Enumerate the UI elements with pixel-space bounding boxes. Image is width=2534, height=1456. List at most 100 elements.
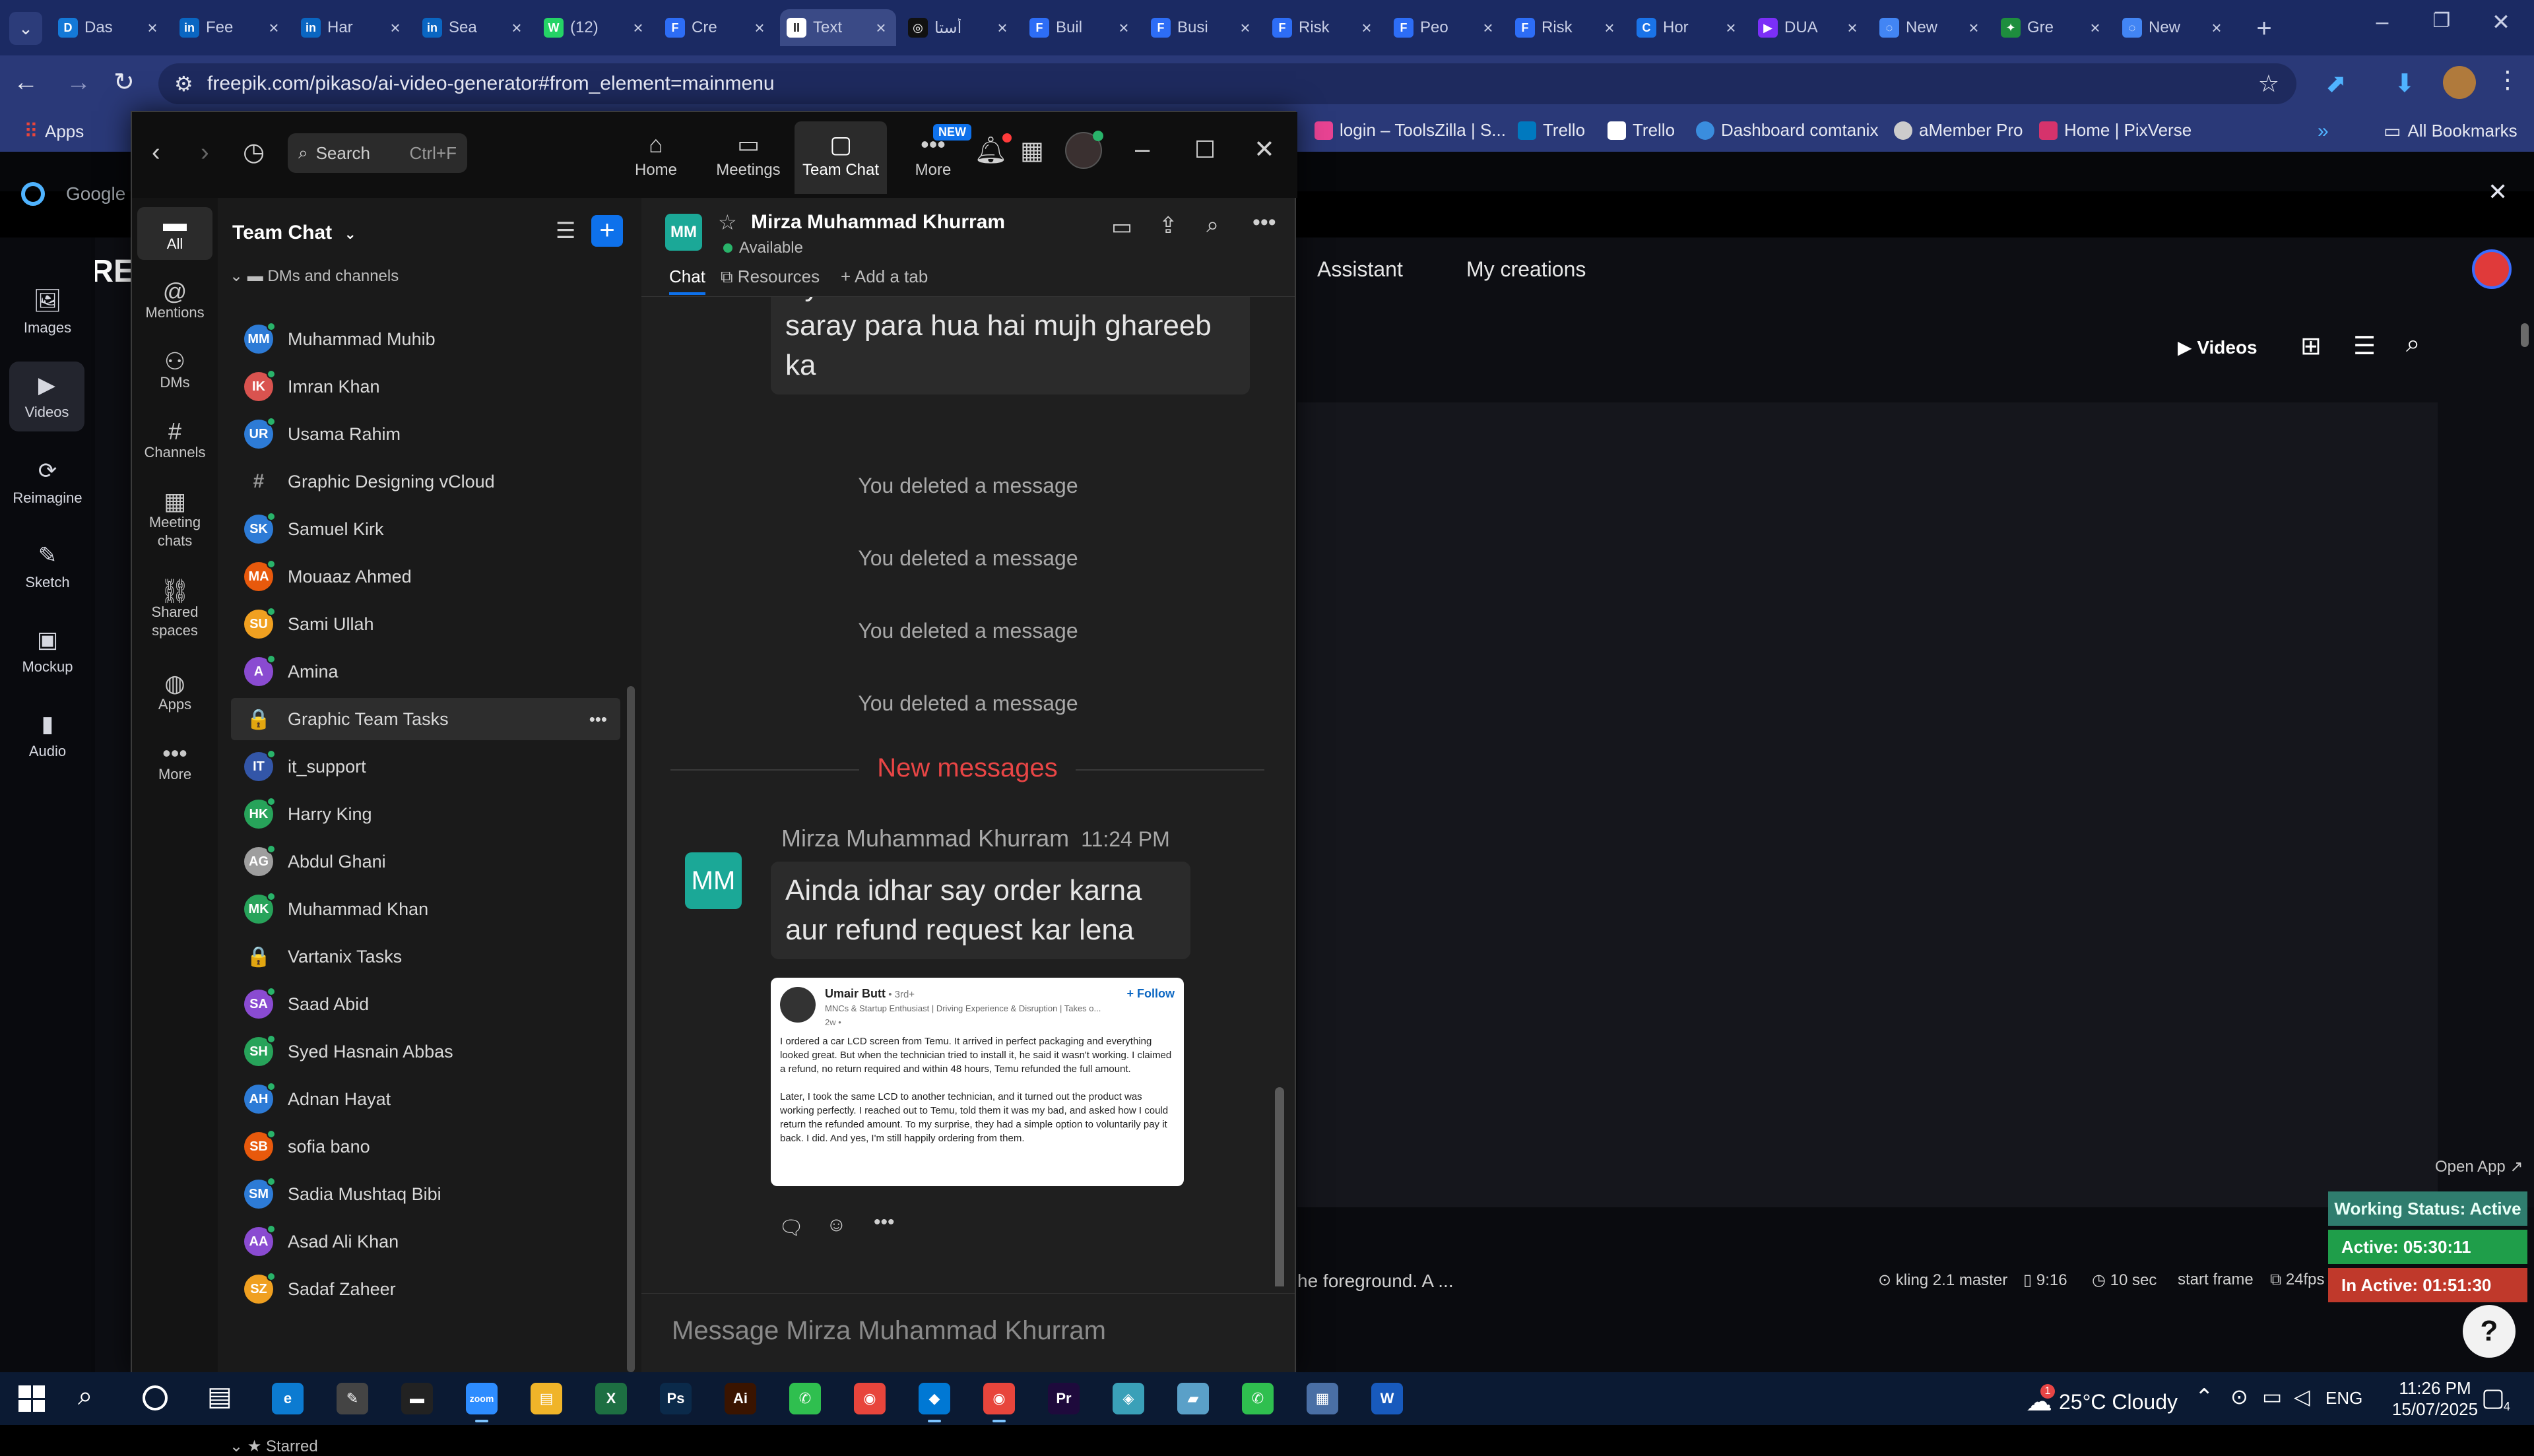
conversation-scrollbar[interactable] (1275, 1087, 1284, 1286)
sender-avatar[interactable]: MM (685, 852, 742, 909)
site-info-icon[interactable]: ⚙ (174, 71, 193, 96)
browser-tab[interactable]: C Hor × (1630, 9, 1746, 46)
browser-tab[interactable]: in Sea × (416, 9, 532, 46)
contact-item[interactable]: IT it_support (231, 745, 620, 788)
prompt-fragment[interactable]: he foreground. A ... (1297, 1271, 1454, 1292)
browser-tab[interactable]: in Fee × (173, 9, 289, 46)
bookmark-amember[interactable]: aMember Pro (1894, 120, 2023, 141)
nav-assistant[interactable]: Assistant (1317, 257, 1403, 282)
maximize-icon[interactable]: ☐ (1194, 136, 1216, 164)
bookmark-pixverse[interactable]: Home | PixVerse (2039, 120, 2192, 141)
tab-chat[interactable]: Chat (669, 267, 705, 295)
task-view-icon[interactable]: ▤ (207, 1381, 232, 1412)
more-options-icon[interactable]: ••• (1252, 210, 1276, 236)
extensions-icon[interactable]: ⬈ (2325, 69, 2347, 98)
contact-item[interactable]: SA Saad Abid (231, 983, 620, 1025)
contact-item[interactable]: A Amina (231, 650, 620, 693)
notifications-bell-icon[interactable]: 🔔︎ (974, 133, 1012, 166)
contact-item[interactable]: AH Adnan Hayat (231, 1078, 620, 1120)
nav-meetings[interactable]: ▭ Meetings (702, 121, 795, 194)
tray-app-icon[interactable]: ⊙ (2230, 1384, 2248, 1409)
contact-item[interactable]: MM Muhammad Muhib (231, 318, 620, 360)
tab-close-icon[interactable]: × (508, 18, 525, 38)
bookmark-trello-1[interactable]: Trello (1518, 120, 1585, 141)
browser-tab[interactable]: F Risk × (1509, 9, 1625, 46)
user-avatar[interactable] (2472, 249, 2512, 289)
contact-item[interactable]: SU Sami Ullah (231, 603, 620, 645)
contact-item[interactable]: SZ Sadaf Zaheer (231, 1268, 620, 1310)
reply-in-thread-icon[interactable]: 🗨︎ (779, 1217, 804, 1240)
option-duration[interactable]: ◷ 10 sec (2092, 1271, 2157, 1290)
tab-close-icon[interactable]: × (872, 18, 890, 38)
download-icon[interactable]: ⬇ (2394, 69, 2415, 98)
minimize-window-button[interactable]: – (2362, 9, 2402, 42)
message-input[interactable]: Message Mirza Muhammad Khurram (672, 1316, 1106, 1346)
filter-icon[interactable]: ☰ (556, 218, 575, 244)
calendar-icon[interactable]: ▦ (1020, 136, 1044, 166)
tray-chevron-up-icon[interactable]: ⌃ (2195, 1384, 2214, 1410)
message-bubble[interactable]: Ainda idhar say order karna aur refund r… (771, 862, 1190, 959)
tab-close-icon[interactable]: × (1601, 18, 1618, 38)
contact-item[interactable]: SM Sadia Mushtaq Bibi (231, 1173, 620, 1215)
clock[interactable]: 11:26 PM 15/07/2025 (2382, 1377, 2488, 1420)
contact-item[interactable]: AG Abdul Ghani (231, 840, 620, 883)
rail-all[interactable]: ▬ All (137, 207, 212, 260)
bookmark-dashboard[interactable]: Dashboard comtanix (1696, 120, 1878, 141)
bookmark-apps[interactable]: ⠿ Apps (24, 120, 84, 143)
tab-close-icon[interactable]: × (144, 18, 161, 38)
all-bookmarks[interactable]: ▭ All Bookmarks (2384, 120, 2518, 142)
volume-icon[interactable]: ◁ (2294, 1384, 2310, 1409)
contact-item[interactable]: SK Samuel Kirk (231, 508, 620, 550)
tab-close-icon[interactable]: × (1237, 18, 1254, 38)
search-icon[interactable]: ⌕ (2406, 330, 2420, 358)
taskbar-app-icon[interactable]: X (595, 1383, 627, 1414)
shared-image[interactable]: Umair Butt • 3rd+ MNCs & Startup Enthusi… (771, 978, 1184, 1186)
bookmark-trello-2[interactable]: Trello (1608, 120, 1675, 141)
browser-tab[interactable]: ◎ أستا × (901, 9, 1018, 46)
taskbar-app-icon[interactable]: ▦ (1307, 1383, 1338, 1414)
more-options-icon[interactable]: ••• (589, 709, 607, 730)
taskbar-app-icon[interactable]: zoom (466, 1383, 498, 1422)
tool-mockup[interactable]: ▣ Mockup (0, 616, 95, 686)
section-dms-channels[interactable]: ⌄ ▬ DMs and channels (230, 267, 399, 286)
browser-tab[interactable]: in Har × (294, 9, 410, 46)
taskbar-app-icon[interactable]: ✎ (337, 1383, 368, 1414)
tab-close-icon[interactable]: × (994, 18, 1011, 38)
contact-item[interactable]: MK Muhammad Khan (231, 888, 620, 930)
tool-videos[interactable]: ▶ Videos (9, 362, 84, 431)
contact-item[interactable]: SH Syed Hasnain Abbas (231, 1030, 620, 1073)
tab-close-icon[interactable]: × (1358, 18, 1375, 38)
option-model[interactable]: ⊙ kling 2.1 master (1878, 1271, 2007, 1290)
browser-tab[interactable]: ✦ Gre × (1994, 9, 2110, 46)
open-app-link[interactable]: Open App ↗ (2435, 1157, 2523, 1176)
browser-tab[interactable]: F Busi × (1144, 9, 1260, 46)
search-box[interactable]: ⌕ Search Ctrl+F (288, 133, 467, 173)
rail-shared-spaces[interactable]: ⛓ Shared spaces (137, 575, 212, 647)
tab-close-icon[interactable]: × (1722, 18, 1739, 38)
tab-close-icon[interactable]: × (630, 18, 647, 38)
grid-view-icon[interactable]: ⊞ (2300, 331, 2322, 361)
help-button[interactable]: ? (2463, 1305, 2516, 1358)
bookmarks-overflow-icon[interactable]: » (2318, 120, 2329, 142)
contact-item[interactable]: HK Harry King (231, 793, 620, 835)
forward-icon[interactable]: → (66, 69, 91, 97)
tab-search-button[interactable]: ⌄ (9, 12, 42, 45)
nav-more[interactable]: ••• More NEW (887, 121, 979, 194)
forward-icon[interactable]: › (201, 139, 209, 167)
new-tab-button[interactable]: + (2248, 12, 2281, 45)
page-scrollbar[interactable] (2521, 323, 2529, 347)
tab-close-icon[interactable]: × (265, 18, 282, 38)
section-starred[interactable]: ⌄ ★ Starred (230, 1437, 318, 1456)
option-aspect[interactable]: ▯ 9:16 (2023, 1271, 2067, 1290)
tab-close-icon[interactable]: × (1844, 18, 1861, 38)
chat-list-title[interactable]: Team Chat ⌄ (232, 222, 356, 244)
browser-tab[interactable]: F Peo × (1387, 9, 1503, 46)
taskbar-app-icon[interactable]: ▤ (531, 1383, 562, 1414)
taskbar-app-icon[interactable]: ✆ (1242, 1383, 1274, 1414)
weather-widget[interactable]: ☁ 1 25°C Cloudy (2026, 1384, 2178, 1417)
taskbar-app-icon[interactable]: Pr (1048, 1383, 1080, 1414)
contact-item[interactable]: SB sofia bano (231, 1125, 620, 1168)
nav-team-chat[interactable]: ▢ Team Chat (795, 121, 887, 194)
contact-item[interactable]: MA Mouaaz Ahmed (231, 555, 620, 598)
list-scrollbar[interactable] (627, 686, 635, 1372)
